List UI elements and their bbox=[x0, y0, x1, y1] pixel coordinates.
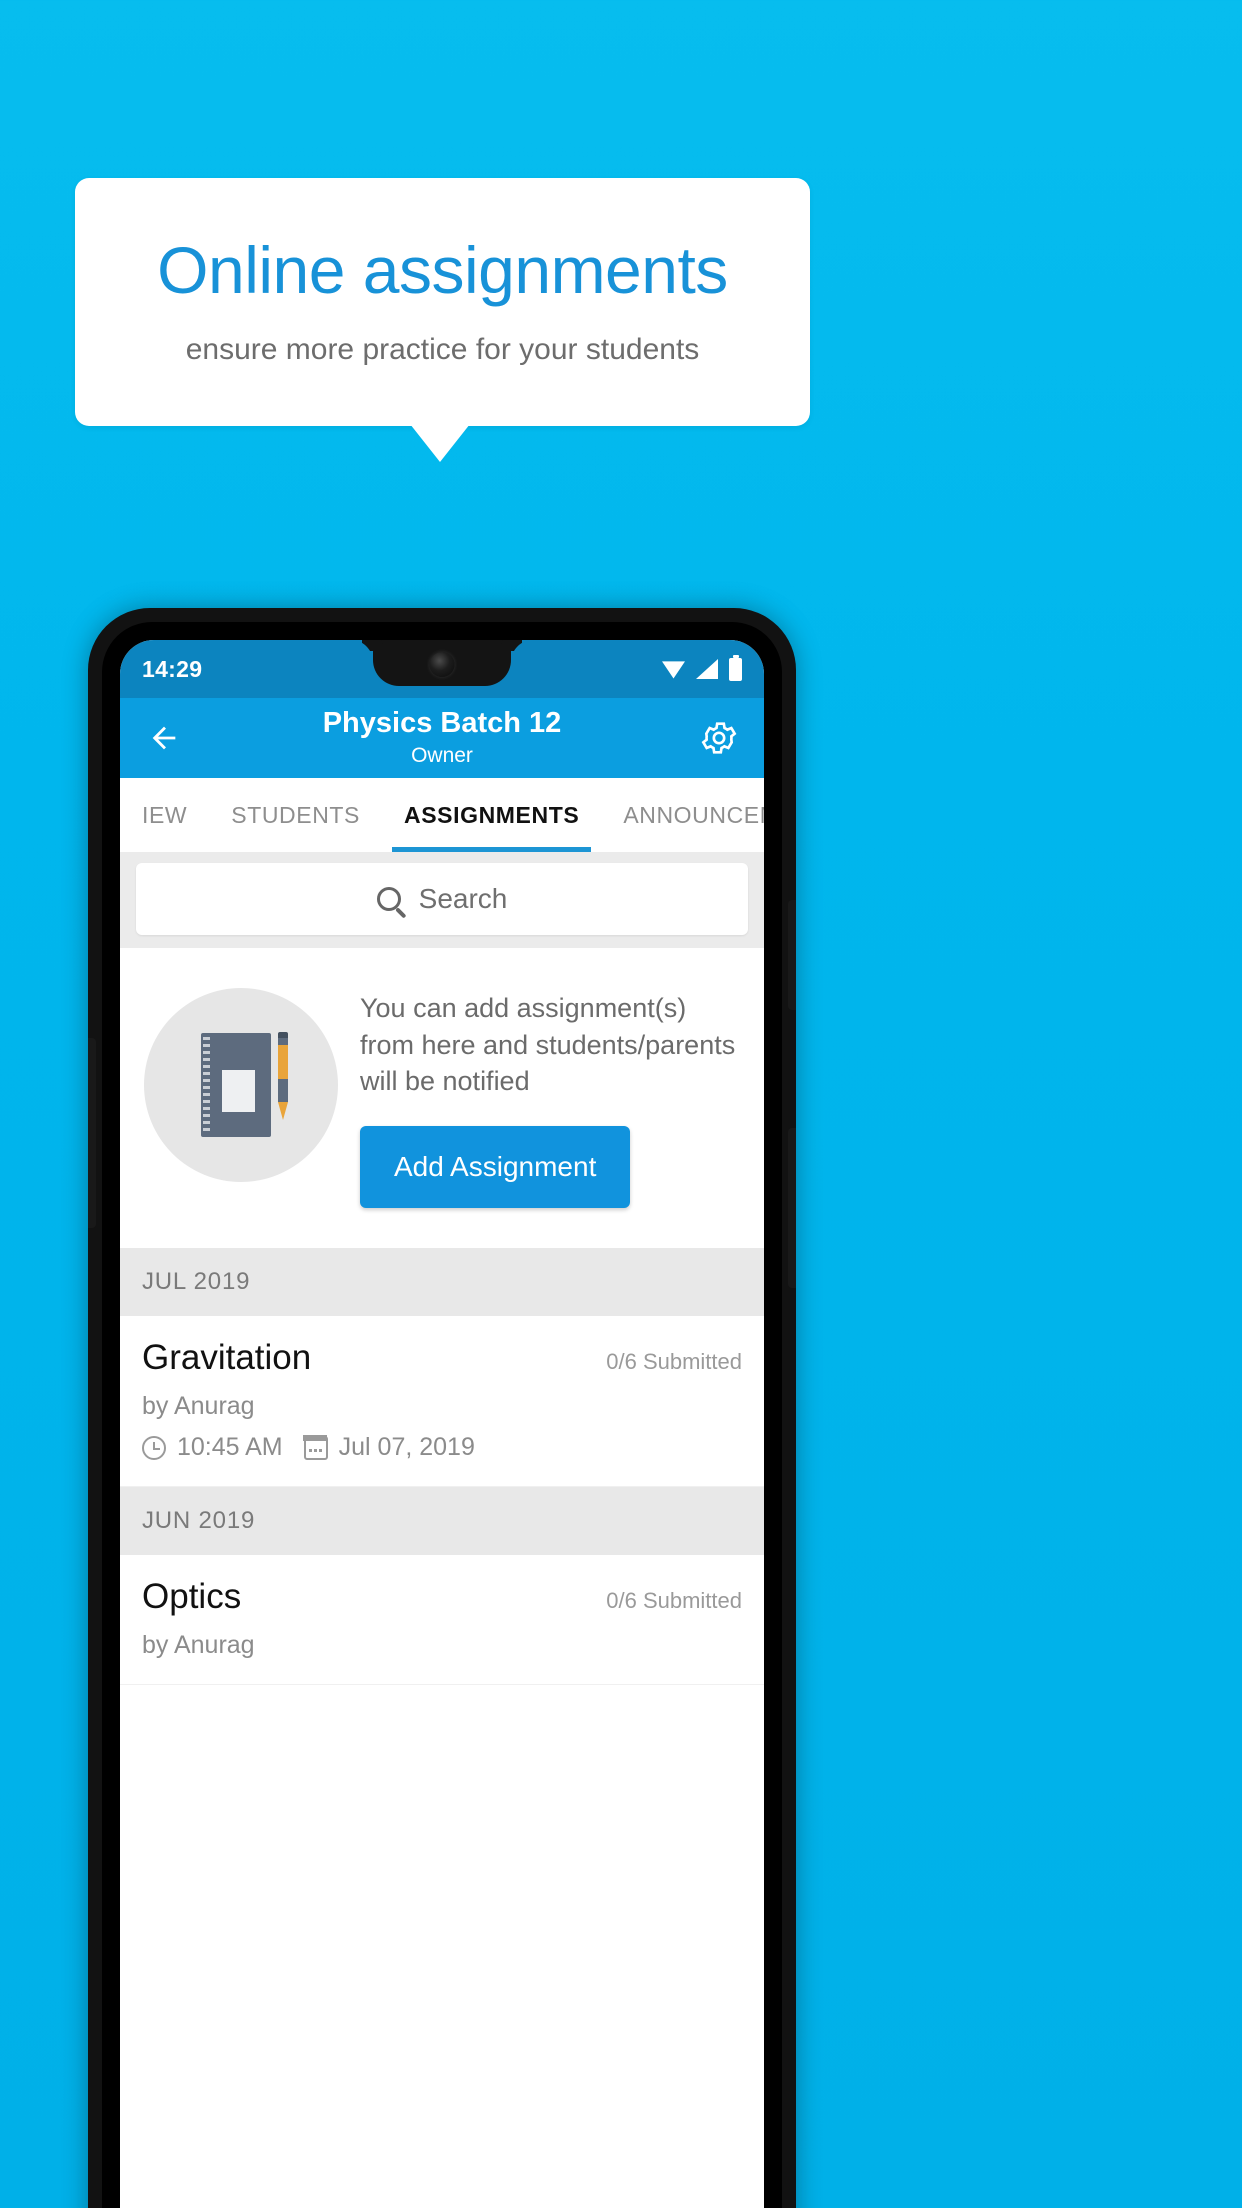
assignment-time: 10:45 AM bbox=[177, 1433, 283, 1462]
assignment-date: Jul 07, 2019 bbox=[338, 1433, 475, 1462]
pen-grip-shape bbox=[278, 1045, 288, 1079]
tab-students[interactable]: STUDENTS bbox=[209, 778, 382, 852]
wifi-icon bbox=[662, 661, 685, 679]
volume-button[interactable] bbox=[788, 1128, 796, 1288]
assignment-author: by Anurag bbox=[142, 1631, 255, 1660]
tab-overview[interactable]: IEW bbox=[120, 778, 209, 852]
search-container: Search bbox=[120, 852, 764, 948]
power-button[interactable] bbox=[788, 900, 796, 1010]
display-notch bbox=[373, 640, 511, 686]
back-arrow-icon[interactable] bbox=[144, 718, 184, 758]
status-bar: 14:29 bbox=[120, 640, 764, 698]
promo-subtitle: ensure more practice for your students bbox=[185, 333, 700, 366]
promo-card: Online assignments ensure more practice … bbox=[75, 178, 810, 426]
assignment-meta-row: 10:45 AM Jul 07, 2019 bbox=[142, 1433, 742, 1462]
battery-icon bbox=[729, 654, 742, 681]
tab-bar[interactable]: IEW STUDENTS ASSIGNMENTS ANNOUNCEM bbox=[120, 778, 764, 852]
notebook-shape bbox=[201, 1033, 271, 1137]
empty-state-card: You can add assignment(s) from here and … bbox=[120, 948, 764, 1249]
assignment-row-header: Optics 0/6 Submitted bbox=[142, 1577, 742, 1617]
active-tab-indicator bbox=[392, 847, 591, 852]
tab-assignments[interactable]: ASSIGNMENTS bbox=[382, 778, 601, 852]
status-icons bbox=[662, 654, 742, 681]
page-title: Physics Batch 12 bbox=[322, 706, 562, 739]
front-camera bbox=[429, 652, 455, 677]
assistant-button[interactable] bbox=[88, 1038, 96, 1228]
add-assignment-button[interactable]: Add Assignment bbox=[360, 1126, 631, 1209]
assignment-row-header: Gravitation 0/6 Submitted bbox=[142, 1338, 742, 1378]
promo-callout-tail bbox=[410, 424, 470, 462]
tab-announcements[interactable]: ANNOUNCEM bbox=[601, 778, 764, 852]
assignment-row-optics[interactable]: Optics 0/6 Submitted by Anurag bbox=[120, 1555, 764, 1686]
search-placeholder: Search bbox=[418, 883, 508, 914]
empty-state-content: You can add assignment(s) from here and … bbox=[360, 982, 746, 1209]
clock-icon bbox=[142, 1435, 166, 1460]
assignment-submitted-count: 0/6 Submitted bbox=[606, 1349, 742, 1375]
assignment-title: Gravitation bbox=[142, 1338, 312, 1378]
assignment-row-gravitation[interactable]: Gravitation 0/6 Submitted by Anurag 10:4… bbox=[120, 1316, 764, 1488]
signal-icon bbox=[696, 659, 718, 679]
notebook-spiral bbox=[203, 1037, 210, 1133]
notebook-label-shape bbox=[222, 1070, 255, 1112]
month-header-jul: JUL 2019 bbox=[120, 1248, 764, 1317]
app-bar: Physics Batch 12 Owner bbox=[120, 698, 764, 778]
assignment-submitted-count: 0/6 Submitted bbox=[606, 1588, 742, 1614]
gear-icon[interactable] bbox=[698, 717, 740, 759]
notebook-and-pen-icon bbox=[144, 988, 338, 1182]
empty-state-text: You can add assignment(s) from here and … bbox=[360, 993, 736, 1097]
assignment-title: Optics bbox=[142, 1577, 242, 1617]
search-icon bbox=[376, 887, 401, 911]
assignment-author: by Anurag bbox=[142, 1392, 255, 1421]
pen-tip-shape bbox=[278, 1102, 288, 1120]
promo-title: Online assignments bbox=[157, 233, 728, 307]
month-header-jun: JUN 2019 bbox=[120, 1487, 764, 1556]
phone-device: 14:29 Physics Batch 12 Owner IEW STUDENT… bbox=[88, 608, 796, 2208]
phone-screen: 14:29 Physics Batch 12 Owner IEW STUDENT… bbox=[120, 640, 764, 2208]
app-bar-titles: Physics Batch 12 Owner bbox=[120, 707, 764, 770]
status-time: 14:29 bbox=[142, 655, 203, 682]
search-input[interactable]: Search bbox=[136, 863, 748, 935]
calendar-icon bbox=[303, 1435, 328, 1460]
page-subtitle: Owner bbox=[411, 744, 473, 768]
